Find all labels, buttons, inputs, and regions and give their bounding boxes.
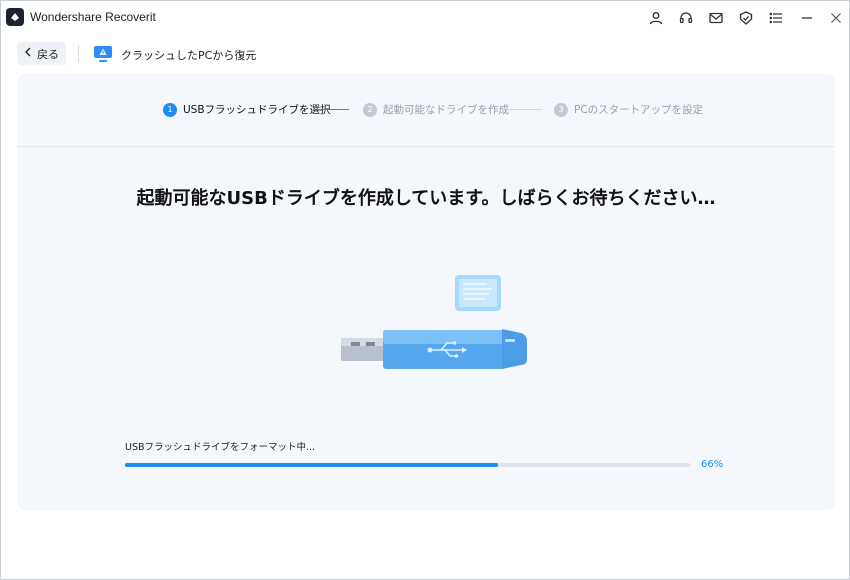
step-number: 3 xyxy=(554,102,568,117)
step-3: 3 PCのスタートアップを設定 xyxy=(554,102,703,117)
progress-bar xyxy=(125,463,690,467)
mail-icon[interactable] xyxy=(707,9,725,27)
app-title: Wondershare Recoverit xyxy=(30,10,156,24)
page-title: クラッシュしたPCから復元 xyxy=(121,49,257,62)
app-logo-icon xyxy=(6,8,24,26)
headset-icon[interactable] xyxy=(677,9,695,27)
back-label: 戻る xyxy=(37,47,59,61)
user-icon[interactable] xyxy=(647,9,665,27)
usb-drive-illustration xyxy=(337,269,537,383)
back-button[interactable]: 戻る xyxy=(17,42,66,65)
step-number: 1 xyxy=(163,102,177,117)
crashed-pc-icon xyxy=(93,44,113,68)
stepper-divider xyxy=(17,146,835,147)
minimize-icon[interactable] xyxy=(798,9,816,27)
app-window: Wondershare Recoverit 戻る クラッシュしたPCから復元 1… xyxy=(0,0,850,580)
close-icon[interactable] xyxy=(827,9,845,27)
status-heading: 起動可能なUSBドライブを作成しています。しばらくお待ちください… xyxy=(136,188,716,209)
step-connector xyxy=(314,109,349,110)
progress-fill xyxy=(125,463,498,467)
shield-icon[interactable] xyxy=(737,9,755,27)
step-label: PCのスタートアップを設定 xyxy=(574,104,704,116)
step-connector xyxy=(507,109,542,110)
step-2: 2 起動可能なドライブを作成 xyxy=(363,102,509,117)
step-number: 2 xyxy=(363,102,377,117)
menu-icon[interactable] xyxy=(767,9,785,27)
step-1: 1 USBフラッシュドライブを選択 xyxy=(163,102,331,117)
step-label: 起動可能なドライブを作成 xyxy=(383,104,509,116)
divider xyxy=(78,45,79,62)
title-bar: Wondershare Recoverit xyxy=(1,1,849,35)
step-label: USBフラッシュドライブを選択 xyxy=(183,104,331,116)
chevron-left-icon xyxy=(24,47,32,60)
progress-label: USBフラッシュドライブをフォーマット中... xyxy=(125,442,316,453)
main-panel: 1 USBフラッシュドライブを選択 2 起動可能なドライブを作成 3 PCのスタ… xyxy=(17,74,835,510)
progress-percent: 66% xyxy=(701,459,724,470)
